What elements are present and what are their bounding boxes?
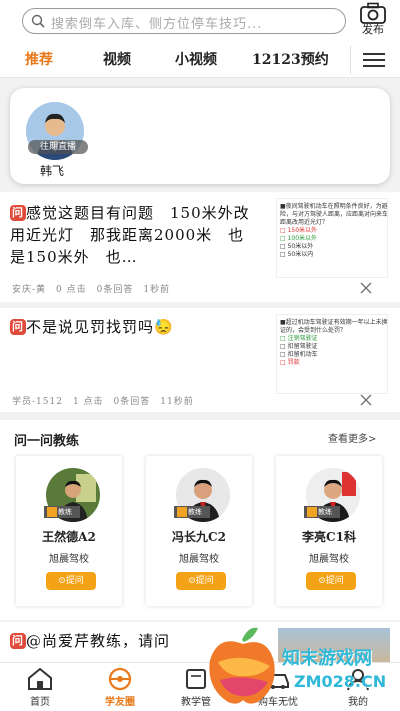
coach-card[interactable]: 教练 李亮C1科 旭晨驾校 ⊙提问 [276,456,382,606]
coach-name: 王然德A2 [42,530,96,544]
user-icon [347,669,369,691]
tab-video[interactable]: 视频 [103,49,131,69]
close-icon[interactable] [360,282,372,294]
post-meta: 学员-1512 1 点击 0条回答 11秒前 [12,397,194,407]
nav-teaching[interactable]: 教学管 [158,663,234,711]
camera-icon [360,2,386,24]
steering-wheel-icon [108,667,132,691]
coach-tag: 教练 [44,506,80,518]
ask-coach-section: 问一问教练 查看更多> 教练 王然德A2 旭晨驾校 ⊙提问 教练 冯长九C2 旭… [0,420,400,620]
post-title: 问不是说见罚找罚吗😓 [10,318,174,336]
coach-tag: 教练 [174,506,210,518]
search-icon [31,14,45,28]
nav-home[interactable]: 首页 [2,663,78,711]
tab-12123-booking[interactable]: 12123预约 [252,49,329,69]
category-tabs: 推荐 视频 小视频 12123预约 [0,40,400,78]
nav-community[interactable]: 学友圈 [82,663,158,711]
nav-profile[interactable]: 我的 [320,663,396,711]
question-badge: 问 [10,319,26,335]
ask-question-button[interactable]: ⊙提问 [176,572,226,590]
close-icon[interactable] [360,394,372,406]
search-placeholder: 搜索倒车入库、侧方位停车技巧... [51,17,263,32]
tab-short-video[interactable]: 小视频 [175,49,217,69]
ask-question-button[interactable]: ⊙提问 [306,572,356,590]
nav-car-purchase[interactable]: 购车无忧 [240,663,316,711]
post-title: 问感觉这题目有问题 150米外改用近光灯 那我距离2000米 也是150米外 也… [10,204,250,266]
coach-school: 旭晨驾校 [49,554,89,565]
car-icon [267,674,289,689]
search-input[interactable]: 搜索倒车入库、侧方位停车技巧... [22,8,346,34]
tab-recommend[interactable]: 推荐 [25,49,53,69]
coach-card[interactable]: 教练 冯长九C2 旭晨驾校 ⊙提问 [146,456,252,606]
post-thumbnail[interactable]: ■超过机动车驾驶证有效期一年以上未换 证的，会受到什么处罚？ □ 注销驾驶证 □… [276,314,388,394]
book-icon [186,669,206,689]
question-post[interactable]: 问 @尚爱芹教练，请问 [0,622,400,662]
question-badge: 问 [10,205,26,221]
coach-school: 旭晨驾校 [179,554,219,565]
ask-question-button[interactable]: ⊙提问 [46,572,96,590]
question-post[interactable]: 问不是说见罚找罚吗😓 学员-1512 1 点击 0条回答 11秒前 ■超过机动车… [0,308,400,412]
view-more-link[interactable]: 查看更多> [328,430,376,445]
question-post[interactable]: 问感觉这题目有问题 150米外改用近光灯 那我距离2000米 也是150米外 也… [0,192,400,302]
post-meta: 安庆-黄 0 点击 0条回答 1秒前 [12,285,171,295]
coach-name: 冯长九C2 [172,530,226,544]
live-replay-badge: 往期直播 [28,140,88,154]
question-badge: 问 [10,633,26,649]
coach-school: 旭晨驾校 [309,554,349,565]
live-streamer-card[interactable]: 往期直播 韩飞 [10,88,390,184]
publish-button[interactable]: 发布 [356,2,390,40]
section-title: 问一问教练 [14,434,80,449]
coach-card[interactable]: 教练 王然德A2 旭晨驾校 ⊙提问 [16,456,122,606]
coach-tag: 教练 [304,506,340,518]
post-thumbnail[interactable] [278,628,390,662]
streamer-name: 韩飞 [40,164,65,178]
publish-label: 发布 [362,23,384,36]
home-icon [28,667,52,690]
post-thumbnail[interactable]: ■夜间驾驶机动车在照明条件良好，为避 险，与对方驾驶人距离，应距离对向来车多远 … [276,198,388,278]
top-bar: 搜索倒车入库、侧方位停车技巧... 发布 [0,0,400,40]
coach-name: 李亮C1科 [302,530,356,544]
post-title: 问 @尚爱芹教练，请问 [10,632,171,650]
bottom-navigation: 首页 学友圈 教学管 购车无忧 我的 [0,662,400,711]
menu-button[interactable] [350,46,392,74]
